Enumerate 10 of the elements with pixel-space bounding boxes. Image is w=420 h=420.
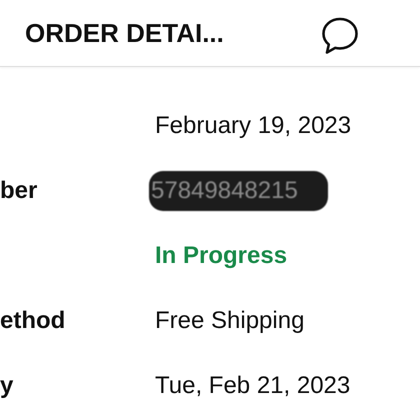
field-label: ethod: [0, 306, 66, 334]
field-value: 57849848215: [149, 170, 328, 210]
page-title: ORDER DETAI...: [25, 18, 225, 48]
field-value: February 19, 2023: [155, 112, 352, 140]
chat-bubble-icon[interactable]: [320, 16, 360, 56]
field-value: Free Shipping: [155, 306, 304, 334]
status-text: In Progress: [155, 242, 288, 270]
field-label: ber: [0, 176, 38, 204]
field-label: y: [0, 372, 14, 400]
field-value: Tue, Feb 21, 2023: [155, 372, 350, 400]
